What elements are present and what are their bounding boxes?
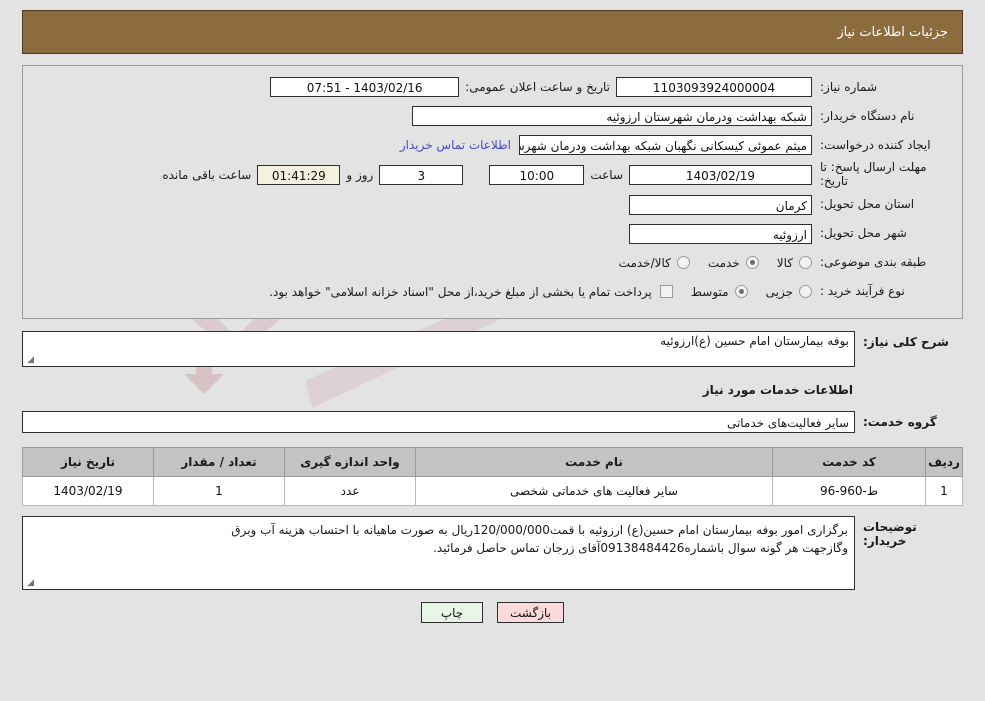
services-table: ردیف کد خدمت نام خدمت واحد اندازه گیری ت… bbox=[22, 446, 963, 506]
services-heading: اطلاعات خدمات مورد نیاز bbox=[702, 382, 853, 397]
delivery-city-field[interactable]: ارزوئیه bbox=[629, 223, 812, 244]
general-description-value: بوفه بیمارستان امام حسین (ع)ارزوئیه bbox=[660, 333, 849, 348]
col-service-name: نام خدمت bbox=[415, 446, 773, 477]
buyer-notes-line-2: وگازجهت هر گونه سوال باشماره09138484426آ… bbox=[433, 541, 848, 556]
public-announce-field[interactable]: 1403/02/16 - 07:51 bbox=[270, 77, 460, 97]
page-header: جزئیات اطلاعات نیاز bbox=[22, 10, 963, 54]
remaining-timer-field[interactable]: 01:41:29 bbox=[257, 164, 341, 185]
row-purchase-process-type: نوع فرآیند خرید : جزیی متوسط پرداخت تمام… bbox=[33, 279, 952, 305]
button-bar: بازگشت چاپ bbox=[0, 601, 985, 623]
need-number-label: شماره نیاز: bbox=[820, 79, 877, 94]
row-buyer-org: نام دستگاه خریدار: شبکه بهداشت ودرمان شه… bbox=[33, 103, 952, 129]
need-info-panel: شماره نیاز: 1103093924000004 تاریخ و ساع… bbox=[22, 65, 963, 319]
back-button[interactable]: بازگشت bbox=[497, 601, 564, 623]
deadline-hour-label: ساعت bbox=[590, 167, 623, 182]
need-number-field[interactable]: 1103093924000004 bbox=[616, 77, 812, 97]
subject-category-option-service-label: خدمت bbox=[707, 255, 740, 270]
radio-icon[interactable] bbox=[676, 256, 690, 270]
print-button[interactable]: چاپ bbox=[421, 601, 483, 623]
subject-category-option-goods[interactable]: کالا bbox=[777, 256, 812, 270]
remaining-days-field[interactable]: 3 bbox=[379, 164, 464, 185]
row-service-group: گروه خدمت: سایر فعالیت‌های خدماتی bbox=[22, 410, 963, 433]
radio-icon[interactable] bbox=[799, 256, 812, 270]
cell-need-date: 1403/02/19 bbox=[22, 475, 154, 506]
col-quantity: تعداد / مقدار bbox=[153, 446, 285, 477]
subject-category-option-service[interactable]: خدمت bbox=[708, 256, 759, 270]
purchase-process-option-minor-label: جزیی bbox=[765, 284, 793, 299]
col-radif: ردیف bbox=[925, 446, 963, 477]
buyer-notes-line-1: برگزاری امور بوفه بیمارستان امام حسین(ع)… bbox=[231, 522, 848, 537]
delivery-city-label: شهر محل تحویل: bbox=[820, 226, 907, 241]
remaining-days-label: روز و bbox=[346, 167, 374, 182]
request-creator-field[interactable]: میثم عموئی کیسکانی نگهبان شبکه بهداشت ود… bbox=[519, 135, 812, 155]
subject-category-option-goods-label: کالا bbox=[776, 255, 793, 270]
purchase-process-option-medium-label: متوسط bbox=[690, 284, 729, 299]
row-request-creator: ایجاد کننده درخواست: میثم عموئی کیسکانی … bbox=[33, 132, 952, 158]
radio-icon[interactable] bbox=[799, 285, 812, 299]
buyer-notes-label: توضیحات خریدار: bbox=[863, 519, 917, 548]
purchase-process-type-label: نوع فرآیند خرید : bbox=[820, 284, 905, 299]
cell-radif: 1 bbox=[925, 475, 963, 506]
row-response-deadline: مهلت ارسال پاسخ: تا تاریخ: 1403/02/19 سا… bbox=[33, 160, 952, 189]
islamic-treasury-note: پرداخت تمام یا بخشی از مبلغ خرید،از محل … bbox=[269, 284, 652, 299]
buyer-notes-row: توضیحات خریدار: برگزاری امور بوفه بیمارس… bbox=[22, 515, 963, 590]
table-header-row: ردیف کد خدمت نام خدمت واحد اندازه گیری ت… bbox=[22, 446, 963, 477]
service-group-label: گروه خدمت: bbox=[863, 414, 937, 429]
general-description-label: شرح کلی نیاز: bbox=[863, 334, 949, 349]
subject-category-option-goods-service-label: کالا/خدمت bbox=[618, 255, 671, 270]
table-row[interactable]: 1 ط-960-96 سایر فعالیت های خدماتی شخصی ع… bbox=[22, 475, 963, 506]
col-service-code: کد خدمت bbox=[772, 446, 926, 477]
purchase-process-option-medium[interactable]: متوسط bbox=[691, 285, 748, 299]
row-need-number: شماره نیاز: 1103093924000004 تاریخ و ساع… bbox=[33, 74, 952, 100]
row-general-description: شرح کلی نیاز: بوفه بیمارستان امام حسین (… bbox=[22, 330, 963, 367]
delivery-province-label: استان محل تحویل: bbox=[820, 197, 915, 212]
deadline-date-field[interactable]: 1403/02/19 bbox=[629, 164, 812, 185]
cell-service-code: ط-960-96 bbox=[772, 475, 926, 506]
radio-selected-icon[interactable] bbox=[734, 285, 748, 299]
delivery-province-field[interactable]: کرمان bbox=[629, 194, 812, 215]
cell-unit: عدد bbox=[284, 475, 416, 506]
purchase-process-option-minor[interactable]: جزیی bbox=[766, 285, 812, 299]
services-heading-wrap: اطلاعات خدمات مورد نیاز bbox=[22, 367, 963, 409]
request-creator-label: ایجاد کننده درخواست: bbox=[820, 137, 931, 152]
services-section: شرح کلی نیاز: بوفه بیمارستان امام حسین (… bbox=[22, 319, 963, 433]
page-root: جزئیات اطلاعات نیاز شماره نیاز: 11030939… bbox=[0, 10, 985, 623]
row-subject-category: طبقه بندی موضوعی: کالا خدمت کالا/خدمت bbox=[33, 250, 952, 276]
buyer-notes-textarea[interactable]: برگزاری امور بوفه بیمارستان امام حسین(ع)… bbox=[22, 515, 855, 590]
buyer-contact-info-link[interactable]: اطلاعات تماس خریدار bbox=[392, 138, 519, 152]
col-need-date: تاریخ نیاز bbox=[22, 446, 154, 477]
resize-grip-icon[interactable]: ◢ bbox=[25, 578, 34, 588]
radio-selected-icon[interactable] bbox=[745, 256, 759, 270]
remaining-hours-label: ساعت باقی مانده bbox=[162, 167, 252, 182]
buyer-org-field[interactable]: شبکه بهداشت ودرمان شهرستان ارزوئیه bbox=[412, 106, 812, 126]
service-group-field[interactable]: سایر فعالیت‌های خدماتی bbox=[22, 410, 855, 433]
subject-category-option-goods-service[interactable]: کالا/خدمت bbox=[619, 256, 690, 270]
cell-service-name: سایر فعالیت های خدماتی شخصی bbox=[415, 475, 773, 506]
resize-grip-icon[interactable]: ◢ bbox=[25, 355, 34, 365]
response-deadline-label: مهلت ارسال پاسخ: تا تاریخ: bbox=[820, 160, 927, 188]
row-delivery-city: شهر محل تحویل: ارزوئیه bbox=[33, 221, 952, 247]
page-title: جزئیات اطلاعات نیاز bbox=[837, 24, 948, 40]
col-unit: واحد اندازه گیری bbox=[284, 446, 416, 477]
public-announce-label: تاریخ و ساعت اعلان عمومی: bbox=[465, 80, 610, 94]
row-delivery-province: استان محل تحویل: کرمان bbox=[33, 192, 952, 218]
subject-category-radio-group: کالا خدمت کالا/خدمت bbox=[601, 256, 812, 270]
general-description-textarea[interactable]: بوفه بیمارستان امام حسین (ع)ارزوئیه ◢ bbox=[22, 330, 855, 367]
deadline-hour-field[interactable]: 10:00 bbox=[489, 164, 585, 185]
islamic-treasury-checkbox[interactable] bbox=[659, 285, 673, 299]
buyer-org-label: نام دستگاه خریدار: bbox=[820, 108, 915, 123]
purchase-process-radio-group: جزیی متوسط bbox=[673, 285, 812, 299]
cell-quantity: 1 bbox=[153, 475, 285, 506]
subject-category-label: طبقه بندی موضوعی: bbox=[820, 255, 927, 270]
services-table-wrap: ردیف کد خدمت نام خدمت واحد اندازه گیری ت… bbox=[22, 446, 963, 506]
